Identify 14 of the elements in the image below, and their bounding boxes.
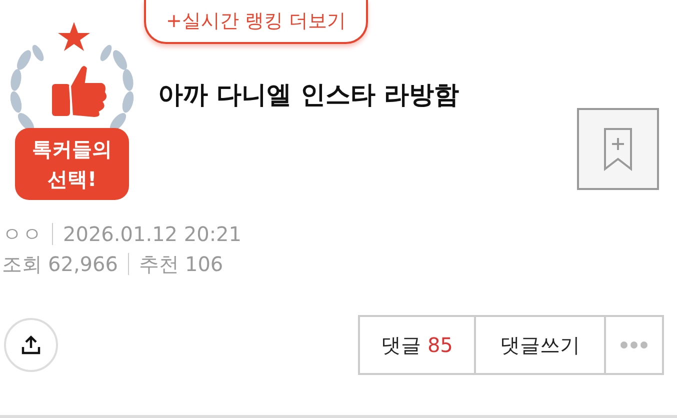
ranking-button[interactable]: +실시간 랭킹 더보기 xyxy=(144,0,368,44)
likes-label: 추천 xyxy=(138,250,179,278)
post-datetime: 2026.01.12 20:21 xyxy=(63,222,242,246)
views-count: 62,966 xyxy=(48,252,118,276)
more-icon xyxy=(620,341,648,349)
bookmark-button[interactable] xyxy=(577,108,659,190)
share-icon xyxy=(21,335,41,355)
badge-label: 톡커들의 선택! xyxy=(15,128,129,200)
post-title: 아까 다니엘 인스타 라방함 xyxy=(158,79,460,111)
bookmark-plus-icon xyxy=(603,127,633,171)
views-label: 조회 xyxy=(2,250,42,278)
author-name: ㅇㅇ xyxy=(2,220,42,248)
share-button[interactable] xyxy=(4,318,58,372)
likes-count: 106 xyxy=(184,252,224,276)
